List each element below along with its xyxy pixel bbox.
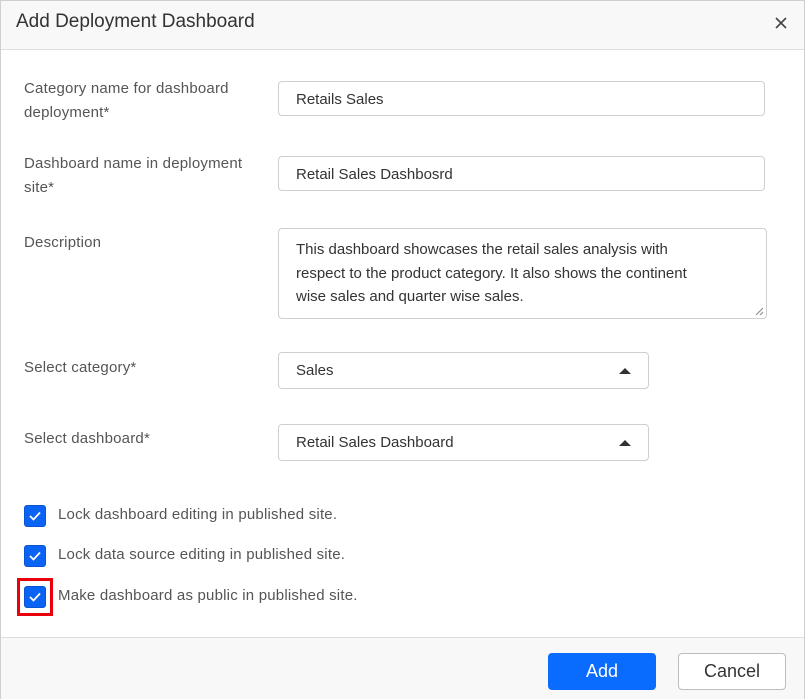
- select-category-label: Select category*: [24, 359, 137, 376]
- caret-up-icon: [619, 368, 631, 374]
- category-name-label-line2: deployment*: [24, 104, 110, 121]
- dashboard-name-input[interactable]: Retail Sales Dashbosrd: [278, 156, 765, 191]
- select-dashboard-dropdown[interactable]: Retail Sales Dashboard: [278, 424, 649, 461]
- description-line: respect to the product category. It also…: [296, 264, 687, 282]
- select-category-dropdown[interactable]: Sales: [278, 352, 649, 389]
- add-deployment-dashboard-dialog: Add Deployment Dashboard Category name f…: [0, 0, 805, 699]
- checkmark-icon: [29, 551, 41, 561]
- category-name-input[interactable]: Retails Sales: [278, 81, 765, 116]
- add-button[interactable]: Add: [548, 653, 656, 690]
- select-dashboard-value: Retail Sales Dashboard: [296, 434, 454, 451]
- description-line: This dashboard showcases the retail sale…: [296, 241, 668, 258]
- description-textarea[interactable]: This dashboard showcases the retail sale…: [278, 228, 767, 319]
- dialog-title: Add Deployment Dashboard: [16, 11, 255, 32]
- cancel-button[interactable]: Cancel: [678, 653, 786, 690]
- select-category-value: Sales: [296, 362, 334, 379]
- lock-data-source-editing-checkbox[interactable]: [24, 545, 46, 567]
- resize-handle-icon[interactable]: [754, 306, 764, 316]
- close-icon: [775, 17, 787, 29]
- lock-dashboard-editing-checkbox[interactable]: [24, 505, 46, 527]
- checkmark-icon: [29, 511, 41, 521]
- description-label: Description: [24, 234, 102, 251]
- highlight-box: [17, 578, 53, 616]
- caret-up-icon: [619, 440, 631, 446]
- dialog-footer: Add Cancel: [1, 637, 804, 699]
- dashboard-name-label-line2: site*: [24, 179, 55, 196]
- checkbox-label: Lock dashboard editing in published site…: [58, 506, 338, 523]
- dialog-header: Add Deployment Dashboard: [1, 1, 804, 50]
- close-button[interactable]: [769, 11, 793, 35]
- checkbox-label: Make dashboard as public in published si…: [58, 587, 358, 604]
- dashboard-name-label-line1: Dashboard name in deployment: [24, 155, 243, 172]
- select-dashboard-label: Select dashboard*: [24, 430, 150, 447]
- checkbox-label: Lock data source editing in published si…: [58, 546, 346, 563]
- category-name-label-line1: Category name for dashboard: [24, 80, 229, 97]
- dashboard-name-label: Dashboard name in deployment site*: [24, 152, 242, 200]
- category-name-label: Category name for dashboard deployment*: [24, 77, 229, 125]
- description-line: wise sales and quarter wise sales.: [296, 288, 524, 305]
